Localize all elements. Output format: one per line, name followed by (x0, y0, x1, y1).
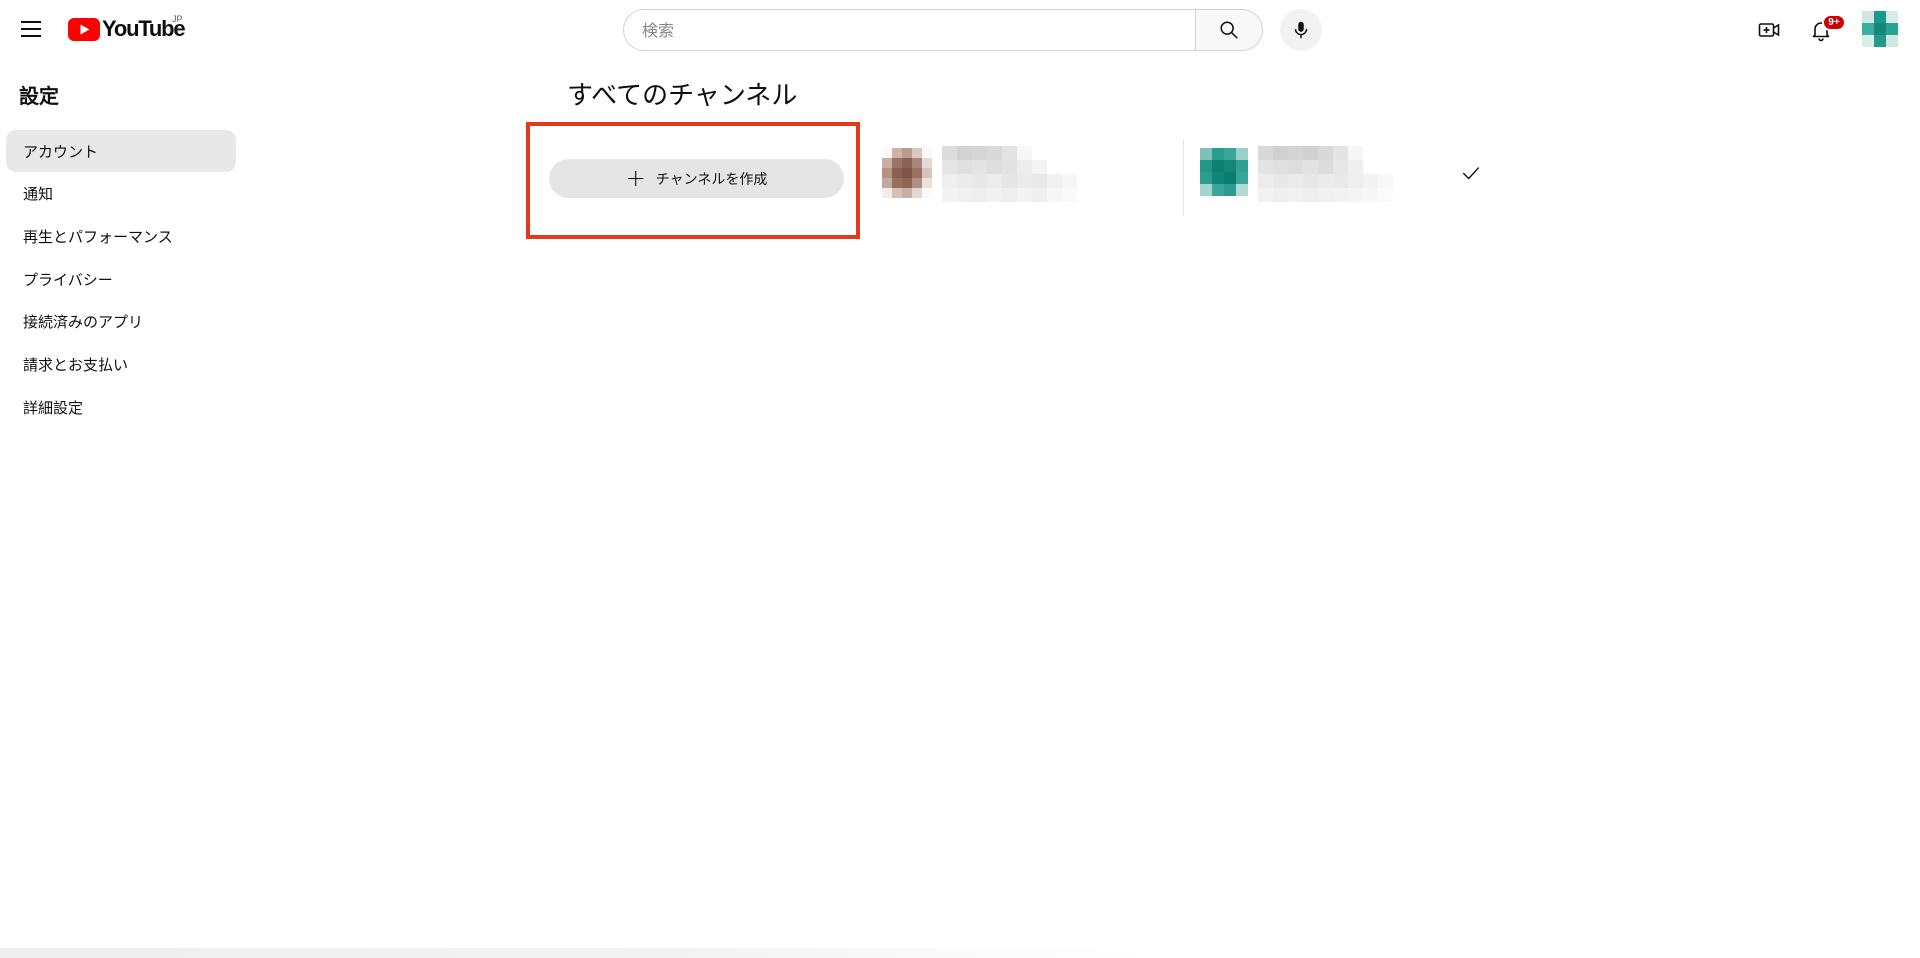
search-button[interactable] (1195, 9, 1263, 51)
search-input[interactable] (642, 20, 1195, 40)
create-video-button[interactable] (1753, 14, 1785, 46)
settings-title: 設定 (19, 84, 59, 108)
video-add-icon (1758, 23, 1780, 37)
channel-avatar (1200, 148, 1248, 196)
youtube-logo[interactable]: YouTube (68, 16, 186, 42)
create-channel-label: チャンネルを作成 (655, 171, 768, 188)
settings-nav: アカウント 通知 再生とパフォーマンス プライバシー 接続済みのアプリ 請求とお… (6, 130, 236, 429)
channel-name-blurred (1258, 146, 1408, 202)
channel-card-selected[interactable] (1198, 138, 1498, 210)
microphone-icon (1294, 21, 1308, 39)
voice-search-button[interactable] (1280, 9, 1322, 51)
channel-divider (1183, 140, 1184, 216)
sidebar-item-privacy[interactable]: プライバシー (6, 258, 236, 300)
channel-avatar (882, 148, 932, 198)
checkmark-icon (1462, 167, 1480, 180)
sidebar-item-playback[interactable]: 再生とパフォーマンス (6, 215, 236, 257)
region-label: JP (172, 14, 183, 24)
sidebar-item-advanced[interactable]: 詳細設定 (6, 386, 236, 428)
search-box[interactable] (623, 9, 1195, 51)
create-channel-button[interactable]: + チャンネルを作成 (549, 159, 844, 198)
sidebar-item-account[interactable]: アカウント (6, 130, 236, 172)
search-icon (1220, 21, 1238, 39)
plus-icon: + (625, 163, 646, 192)
channel-name-blurred (942, 146, 1092, 202)
youtube-play-icon (68, 17, 100, 41)
hamburger-menu-icon[interactable] (16, 14, 46, 44)
masthead: YouTube JP 9+ (0, 0, 1920, 68)
page-title: すべてのチャンネル (567, 81, 798, 111)
sidebar-item-notifications[interactable]: 通知 (6, 173, 236, 215)
bottom-scroll-strip (0, 948, 1920, 958)
sidebar-item-billing[interactable]: 請求とお支払い (6, 343, 236, 385)
sidebar-item-connected-apps[interactable]: 接続済みのアプリ (6, 301, 236, 343)
account-avatar[interactable] (1862, 11, 1898, 47)
channel-card[interactable] (880, 138, 1100, 210)
notification-badge: 9+ (1822, 14, 1846, 31)
